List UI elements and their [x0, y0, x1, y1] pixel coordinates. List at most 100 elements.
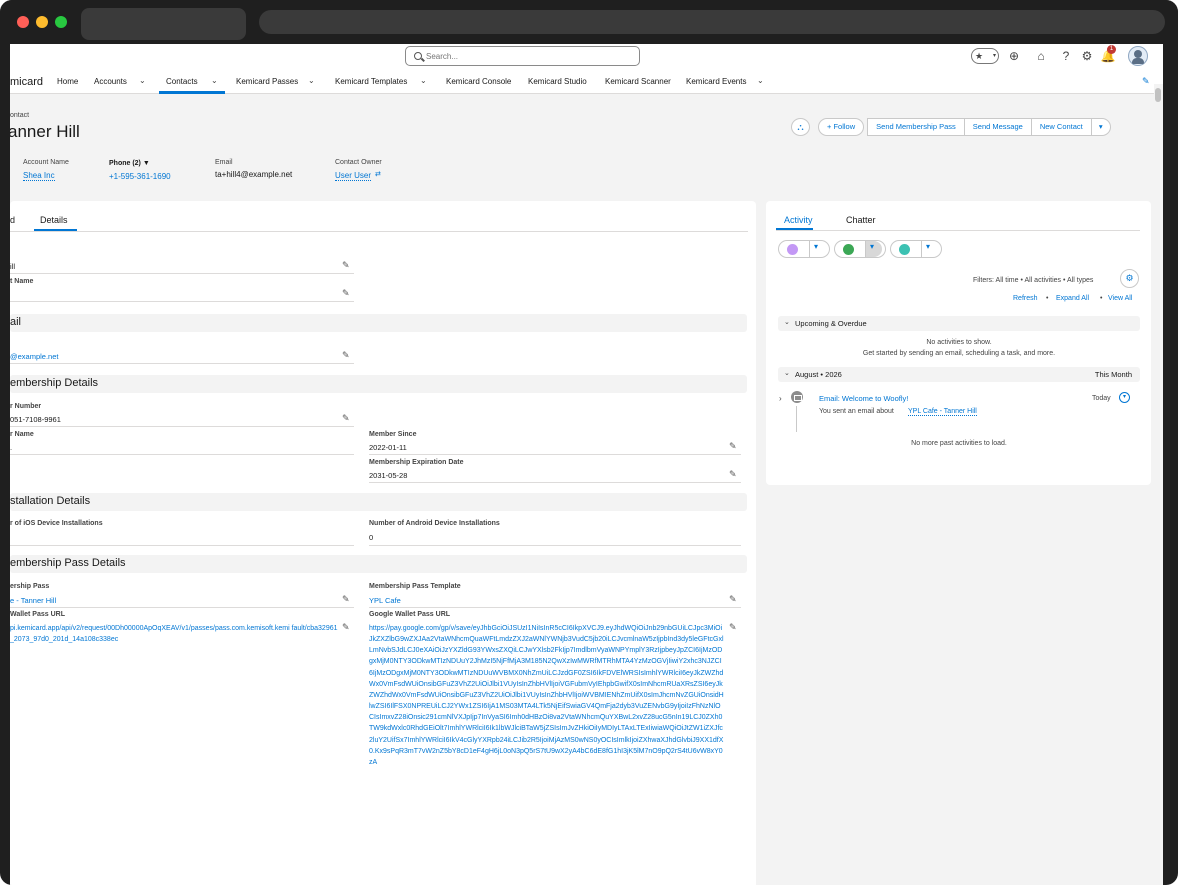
app-name: micard: [10, 76, 44, 88]
global-search[interactable]: [405, 46, 640, 66]
timeline-line: [796, 406, 797, 432]
nav-item-contacts[interactable]: Contacts: [166, 77, 198, 86]
section-installation-details[interactable]: stallation Details: [10, 493, 747, 511]
phone-value[interactable]: +1-595-361-1690: [109, 172, 171, 181]
month-section[interactable]: ⌄ August • 2026 This Month: [778, 367, 1140, 382]
email-subject-link[interactable]: Email: Welcome to Woofly!: [819, 394, 908, 403]
field-value-email[interactable]: @example.net: [10, 352, 58, 361]
nav-item-accounts[interactable]: Accounts: [94, 77, 127, 86]
tabs-divider: [776, 230, 1140, 231]
maximize-window-button[interactable]: [55, 16, 67, 28]
expand-all-link[interactable]: Expand All: [1056, 295, 1089, 302]
no-activities-text: No activities to show.: [926, 339, 992, 346]
chevron-down-icon[interactable]: ⌄: [308, 76, 315, 85]
favorites-button[interactable]: ★ ▾: [971, 48, 999, 64]
new-email-action[interactable]: ▾: [778, 240, 830, 258]
field-value-pass-template[interactable]: YPL Cafe: [369, 596, 401, 605]
nav-item-kemicard-scanner[interactable]: Kemicard Scanner: [605, 77, 671, 86]
chevron-down-icon[interactable]: ⌄: [420, 76, 427, 85]
new-task-action[interactable]: ▾: [834, 240, 886, 258]
edit-pencil-icon[interactable]: ✎: [729, 441, 737, 452]
setup-gear-icon[interactable]: ⚙: [1079, 48, 1095, 64]
send-membership-pass-button[interactable]: Send Membership Pass: [867, 118, 965, 136]
browser-chrome: [0, 0, 1178, 44]
phone-label[interactable]: Phone (2) ▼: [109, 160, 150, 167]
edit-pencil-icon[interactable]: ✎: [342, 350, 350, 361]
search-input[interactable]: [426, 50, 626, 62]
field-value-google-wallet-url[interactable]: https://pay.google.com/gp/v/save/eyJhbGc…: [369, 623, 724, 885]
chevron-down-icon[interactable]: ▾: [814, 242, 818, 251]
edit-pencil-icon[interactable]: ✎: [342, 288, 350, 299]
nav-item-kemicard-passes[interactable]: Kemicard Passes: [236, 77, 298, 86]
refresh-link[interactable]: Refresh: [1013, 295, 1038, 302]
nav-item-kemicard-events[interactable]: Kemicard Events: [686, 77, 746, 86]
help-icon[interactable]: ?: [1058, 48, 1074, 64]
field-label-ios-installations: r of iOS Device Installations: [10, 520, 103, 527]
chevron-down-icon[interactable]: ⌄: [757, 76, 764, 85]
new-contact-button[interactable]: New Contact: [1030, 118, 1092, 136]
field-value-member-since: 2022-01-11: [369, 443, 407, 452]
send-message-button[interactable]: Send Message: [963, 118, 1032, 136]
minimize-window-button[interactable]: [36, 16, 48, 28]
field-label-expiration-date: Membership Expiration Date: [369, 459, 464, 466]
tab-activity[interactable]: Activity: [784, 215, 813, 225]
edit-pencil-icon[interactable]: ✎: [729, 622, 737, 633]
field-label-member-since: Member Since: [369, 431, 417, 438]
browser-tab[interactable]: [81, 8, 246, 40]
chevron-down-icon[interactable]: ⌄: [211, 76, 218, 85]
edit-pencil-icon[interactable]: ✎: [342, 260, 350, 271]
change-owner-icon[interactable]: ⇄: [375, 170, 381, 178]
field-label-member-number: r Number: [10, 403, 42, 410]
tab-related-partial[interactable]: d: [10, 215, 15, 225]
expand-item-chevron-icon[interactable]: ›: [779, 394, 782, 403]
email-value[interactable]: ta+hill4@example.net: [215, 170, 292, 179]
nav-item-kemicard-console[interactable]: Kemicard Console: [446, 77, 511, 86]
email-date: Today: [1092, 395, 1111, 402]
edit-pencil-icon[interactable]: ✎: [729, 594, 737, 605]
item-actions-chevron-icon[interactable]: ▾: [1119, 392, 1130, 403]
nav-item-kemicard-studio[interactable]: Kemicard Studio: [528, 77, 587, 86]
close-window-button[interactable]: [17, 16, 29, 28]
section-title: embership Details: [10, 377, 99, 389]
section-title: stallation Details: [10, 495, 91, 507]
edit-pencil-icon[interactable]: ✎: [729, 469, 737, 480]
filter-settings-gear-icon[interactable]: ⚙: [1120, 269, 1139, 288]
chevron-down-icon[interactable]: ▾: [870, 242, 874, 251]
edit-pencil-icon[interactable]: ✎: [342, 413, 350, 424]
section-email[interactable]: ail: [10, 314, 747, 332]
hierarchy-icon[interactable]: ⛬: [791, 118, 810, 136]
upcoming-overdue-section[interactable]: ⌄ Upcoming & Overdue: [778, 316, 1140, 331]
email-related-link[interactable]: YPL Cafe - Tanner Hill: [908, 408, 977, 416]
tab-chatter[interactable]: Chatter: [846, 215, 876, 225]
bullet-separator: •: [1100, 295, 1103, 302]
nav-item-home[interactable]: Home: [57, 77, 78, 86]
edit-pencil-icon[interactable]: ✎: [342, 622, 350, 633]
no-more-activities-text: No more past activities to load.: [911, 440, 1007, 447]
edit-nav-icon[interactable]: ✎: [1142, 76, 1150, 87]
trailhead-icon[interactable]: ⌂: [1033, 48, 1049, 64]
chevron-down-icon[interactable]: ▾: [926, 242, 930, 251]
scrollbar-thumb[interactable]: [1155, 88, 1161, 102]
field-value-wallet-pass-url[interactable]: pi.kemicard.app/api/v2/request/00Dh00000…: [10, 623, 340, 645]
contact-owner-link[interactable]: User User: [335, 171, 372, 181]
section-title: ail: [10, 316, 22, 328]
global-create-icon[interactable]: ⊕: [1006, 48, 1022, 64]
split-divider: [921, 241, 922, 257]
more-actions-dropdown[interactable]: ▾: [1090, 118, 1111, 136]
field-divider: [10, 607, 354, 608]
log-call-action[interactable]: ▾: [890, 240, 942, 258]
follow-button[interactable]: + Follow: [818, 118, 865, 136]
field-value-membership-pass[interactable]: e - Tanner Hill: [10, 596, 56, 605]
edit-pencil-icon[interactable]: ✎: [342, 594, 350, 605]
page-scrollbar[interactable]: [1154, 84, 1163, 884]
account-name-link[interactable]: Shea Inc: [23, 171, 55, 181]
field-label-wallet-pass-url: Wallet Pass URL: [10, 611, 65, 618]
chevron-down-icon[interactable]: ⌄: [139, 76, 146, 85]
section-membership-details[interactable]: embership Details: [10, 375, 747, 393]
view-all-link[interactable]: View All: [1108, 295, 1132, 302]
user-avatar[interactable]: [1128, 46, 1148, 66]
tab-details[interactable]: Details: [40, 215, 68, 225]
section-membership-pass-details[interactable]: embership Pass Details: [10, 555, 747, 573]
address-bar[interactable]: [259, 10, 1165, 34]
nav-item-kemicard-templates[interactable]: Kemicard Templates: [335, 77, 407, 86]
